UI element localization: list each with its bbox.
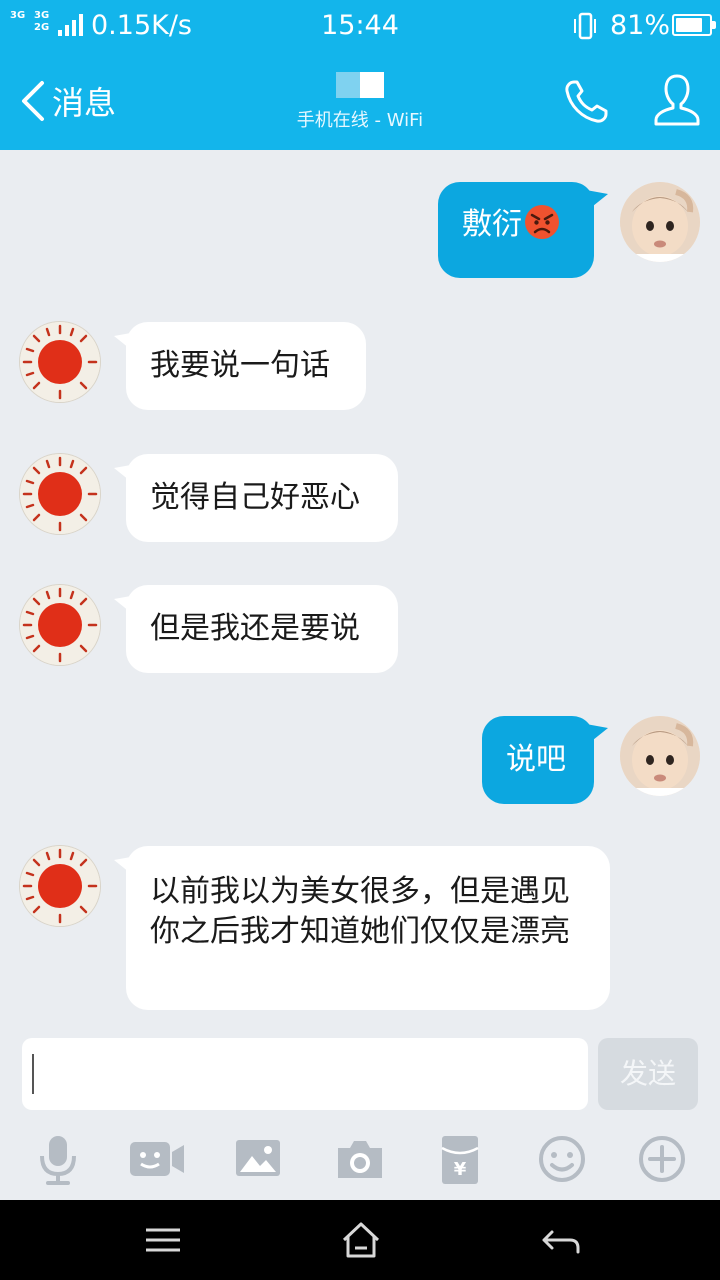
svg-text:¥: ¥	[454, 1159, 467, 1180]
system-nav-bar	[0, 1200, 720, 1280]
battery-percent: 81%	[610, 10, 671, 41]
contact-avatar[interactable]	[20, 322, 100, 402]
emoji-icon[interactable]	[532, 1128, 592, 1190]
baby-face-icon	[620, 716, 700, 796]
microphone-icon[interactable]	[28, 1128, 88, 1190]
image-icon[interactable]	[228, 1128, 288, 1190]
bubble-tail	[586, 724, 608, 744]
message-bubble[interactable]: 敷衍	[438, 182, 594, 278]
message-input[interactable]	[22, 1038, 588, 1110]
plus-icon[interactable]	[632, 1128, 692, 1190]
phone-icon[interactable]	[560, 76, 612, 128]
baby-face-icon	[620, 182, 700, 262]
contact-online-status: 手机在线 - WiFi	[296, 110, 424, 131]
message-bubble[interactable]: 以前我以为美女很多，但是遇见你之后我才知道她们仅仅是漂亮	[126, 846, 610, 1010]
text-caret	[32, 1054, 34, 1094]
header: 3G 3G 2G 0.15K/s 15:44 81% 消息 手机在线 - WiF…	[0, 0, 720, 150]
contact-avatar[interactable]	[20, 846, 100, 926]
message-text: 说吧	[506, 742, 566, 777]
contact-avatar[interactable]	[20, 585, 100, 665]
sun-icon	[20, 585, 100, 665]
contact-avatar[interactable]	[20, 454, 100, 534]
message-bubble[interactable]: 我要说一句话	[126, 322, 366, 410]
video-chat-icon[interactable]	[126, 1128, 186, 1190]
battery-fill	[676, 18, 702, 32]
back-icon[interactable]	[536, 1218, 586, 1262]
sun-icon	[20, 846, 100, 926]
camera-icon[interactable]	[330, 1128, 390, 1190]
angry-face-emoji-icon	[525, 205, 559, 239]
input-toolbar: ¥	[0, 1128, 720, 1194]
sun-icon	[20, 322, 100, 402]
battery-icon	[672, 14, 716, 36]
menu-icon[interactable]	[138, 1218, 188, 1262]
message-bubble[interactable]: 说吧	[482, 716, 594, 804]
contact-name-placeholder	[336, 72, 384, 98]
message-text: 敷衍	[462, 207, 522, 242]
message-bubble[interactable]: 觉得自己好恶心	[126, 454, 398, 542]
vibrate-icon	[574, 12, 596, 40]
message-text: 但是我还是要说	[150, 611, 360, 646]
send-button[interactable]: 发送	[598, 1038, 698, 1110]
message-bubble[interactable]: 但是我还是要说	[126, 585, 398, 673]
message-text: 我要说一句话	[150, 348, 330, 383]
my-avatar[interactable]	[620, 182, 700, 262]
sun-icon	[20, 454, 100, 534]
person-icon[interactable]	[652, 72, 702, 128]
my-avatar[interactable]	[620, 716, 700, 796]
bubble-tail	[586, 190, 608, 210]
status-bar: 3G 3G 2G 0.15K/s 15:44 81%	[0, 0, 720, 52]
home-icon[interactable]	[336, 1218, 386, 1262]
message-text: 觉得自己好恶心	[150, 480, 360, 515]
message-text: 以前我以为美女很多，但是遇见你之后我才知道她们仅仅是漂亮	[150, 874, 570, 949]
red-packet-icon[interactable]: ¥	[430, 1128, 490, 1190]
